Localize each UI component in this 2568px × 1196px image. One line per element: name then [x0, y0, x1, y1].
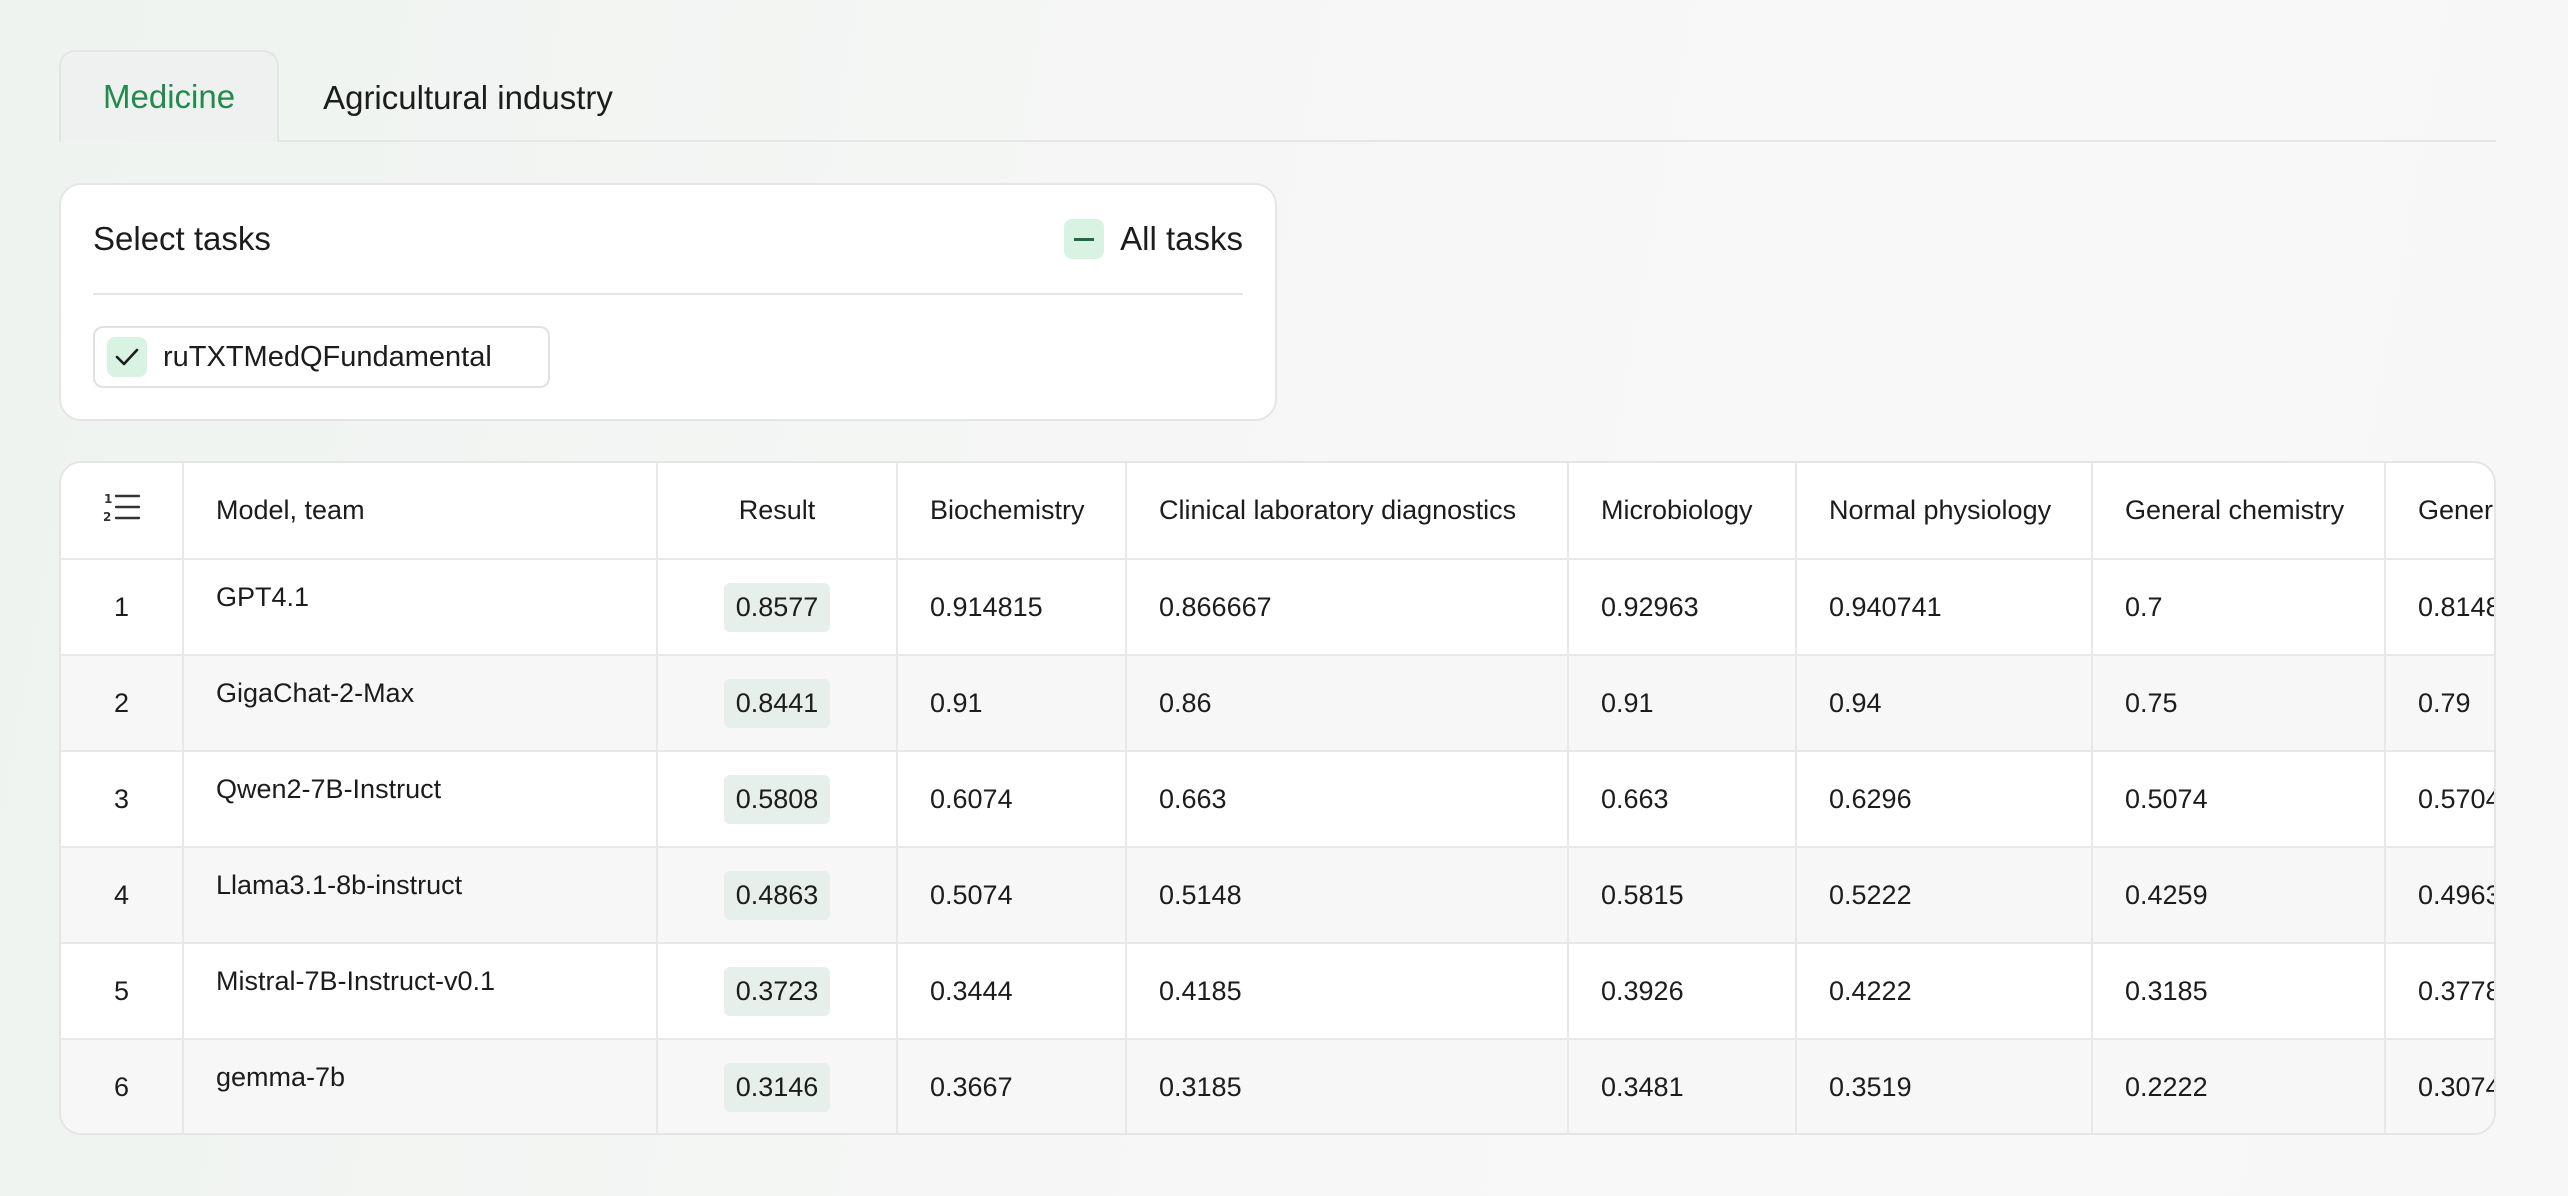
task-chip-label: ruTXTMedQFundamental: [163, 340, 492, 373]
model-cell: Qwen2-7B-Instruct: [183, 751, 658, 848]
task-selection-panel: Select tasks All tasks ruTXTMedQFundamen…: [59, 183, 1277, 421]
general-cell: 0.4963: [2385, 847, 2494, 944]
all-tasks-toggle[interactable]: All tasks: [1064, 219, 1243, 259]
chemistry-cell: 0.2222: [2092, 1039, 2386, 1133]
indeterminate-checkbox-icon[interactable]: [1064, 219, 1105, 259]
biochemistry-cell: 0.914815: [897, 559, 1127, 656]
general-cell: 0.8148: [2385, 559, 2494, 656]
sort-numeric-list-icon[interactable]: 1 2: [102, 492, 142, 530]
table-row: 1 GPT4.1 0.8577 0.914815 0.866667 0.9296…: [61, 559, 2494, 656]
result-cell: 0.4863: [657, 847, 898, 944]
clinical-cell: 0.4185: [1126, 943, 1569, 1040]
tab-medicine[interactable]: Medicine: [59, 50, 280, 142]
biochemistry-cell: 0.3667: [897, 1039, 1127, 1133]
rank-cell: 1: [61, 559, 184, 656]
table-row: 4 Llama3.1-8b-instruct 0.4863 0.5074 0.5…: [61, 847, 2494, 944]
biochemistry-cell: 0.5074: [897, 847, 1127, 944]
leaderboard-table-container[interactable]: 1 2 Model, team Result Biochemistry Clin…: [59, 461, 2496, 1135]
microbiology-cell: 0.92963: [1568, 559, 1797, 656]
table-row: 6 gemma-7b 0.3146 0.3667 0.3185 0.3481 0…: [61, 1039, 2494, 1133]
chemistry-column-header[interactable]: General chemistry: [2092, 463, 2386, 560]
biochemistry-column-header[interactable]: Biochemistry: [897, 463, 1127, 560]
microbiology-cell: 0.3481: [1568, 1039, 1797, 1133]
microbiology-column-header[interactable]: Microbiology: [1568, 463, 1797, 560]
rank-cell: 3: [61, 751, 184, 848]
biochemistry-cell: 0.3444: [897, 943, 1127, 1040]
clinical-cell: 0.86: [1126, 655, 1569, 752]
microbiology-cell: 0.663: [1568, 751, 1797, 848]
table-row: 3 Qwen2-7B-Instruct 0.5808 0.6074 0.663 …: [61, 751, 2494, 848]
tab-agricultural-industry[interactable]: Agricultural industry: [279, 52, 615, 142]
general-cell: 0.3074: [2385, 1039, 2494, 1133]
general-cell: 0.5704: [2385, 751, 2494, 848]
svg-text:1: 1: [104, 492, 112, 506]
result-cell: 0.8577: [657, 559, 898, 656]
chemistry-cell: 0.4259: [2092, 847, 2386, 944]
result-cell: 0.5808: [657, 751, 898, 848]
physiology-cell: 0.5222: [1796, 847, 2093, 944]
task-panel-header: Select tasks All tasks: [93, 185, 1243, 295]
microbiology-cell: 0.3926: [1568, 943, 1797, 1040]
rank-cell: 5: [61, 943, 184, 1040]
model-cell: GigaChat-2-Max: [183, 655, 658, 752]
chemistry-cell: 0.3185: [2092, 943, 2386, 1040]
result-cell: 0.8441: [657, 655, 898, 752]
score-badge: 0.3146: [723, 1063, 831, 1112]
model-column-header: Model, team: [183, 463, 658, 560]
score-badge: 0.8441: [723, 678, 831, 728]
task-chip-rutxtmedqfundamental[interactable]: ruTXTMedQFundamental: [93, 326, 550, 388]
result-cell: 0.3723: [657, 943, 898, 1040]
physiology-column-header[interactable]: Normal physiology: [1796, 463, 2093, 560]
microbiology-cell: 0.91: [1568, 655, 1797, 752]
domain-tabs: Medicine Agricultural industry: [59, 50, 2496, 142]
general-cell: 0.79: [2385, 655, 2494, 752]
all-tasks-label: All tasks: [1120, 220, 1243, 257]
score-badge: 0.5808: [723, 774, 831, 824]
rank-cell: 2: [61, 655, 184, 752]
physiology-cell: 0.940741: [1796, 559, 2093, 656]
model-cell: Mistral-7B-Instruct-v0.1: [183, 943, 658, 1040]
chemistry-cell: 0.7: [2092, 559, 2386, 656]
result-cell: 0.3146: [657, 1039, 898, 1133]
svg-text:2: 2: [103, 510, 111, 524]
model-cell: Llama3.1-8b-instruct: [183, 847, 658, 944]
biochemistry-cell: 0.6074: [897, 751, 1127, 848]
clinical-cell: 0.663: [1126, 751, 1569, 848]
microbiology-cell: 0.5815: [1568, 847, 1797, 944]
rank-cell: 6: [61, 1039, 184, 1133]
result-column-header[interactable]: Result: [657, 463, 898, 560]
physiology-cell: 0.4222: [1796, 943, 2093, 1040]
physiology-cell: 0.94: [1796, 655, 2093, 752]
leaderboard-table: 1 2 Model, team Result Biochemistry Clin…: [61, 463, 2494, 1133]
score-badge: 0.3723: [723, 966, 831, 1016]
rank-cell: 4: [61, 847, 184, 944]
general-column-header[interactable]: General: [2385, 463, 2494, 560]
task-panel-title: Select tasks: [93, 220, 271, 257]
checkmark-icon[interactable]: [107, 337, 147, 377]
chemistry-cell: 0.75: [2092, 655, 2386, 752]
model-cell: gemma-7b: [183, 1039, 658, 1133]
clinical-cell: 0.866667: [1126, 559, 1569, 656]
chemistry-cell: 0.5074: [2092, 751, 2386, 848]
physiology-cell: 0.3519: [1796, 1039, 2093, 1133]
biochemistry-cell: 0.91: [897, 655, 1127, 752]
clinical-column-header[interactable]: Clinical laboratory diagnostics: [1126, 463, 1569, 560]
clinical-cell: 0.5148: [1126, 847, 1569, 944]
clinical-cell: 0.3185: [1126, 1039, 1569, 1133]
physiology-cell: 0.6296: [1796, 751, 2093, 848]
score-badge: 0.8577: [723, 582, 831, 632]
table-header-row: 1 2 Model, team Result Biochemistry Clin…: [61, 463, 2494, 560]
score-badge: 0.4863: [723, 870, 831, 920]
rank-column-header[interactable]: 1 2: [61, 463, 184, 560]
table-row: 5 Mistral-7B-Instruct-v0.1 0.3723 0.3444…: [61, 943, 2494, 1040]
model-cell: GPT4.1: [183, 559, 658, 656]
general-cell: 0.3778: [2385, 943, 2494, 1040]
table-row: 2 GigaChat-2-Max 0.8441 0.91 0.86 0.91 0…: [61, 655, 2494, 752]
